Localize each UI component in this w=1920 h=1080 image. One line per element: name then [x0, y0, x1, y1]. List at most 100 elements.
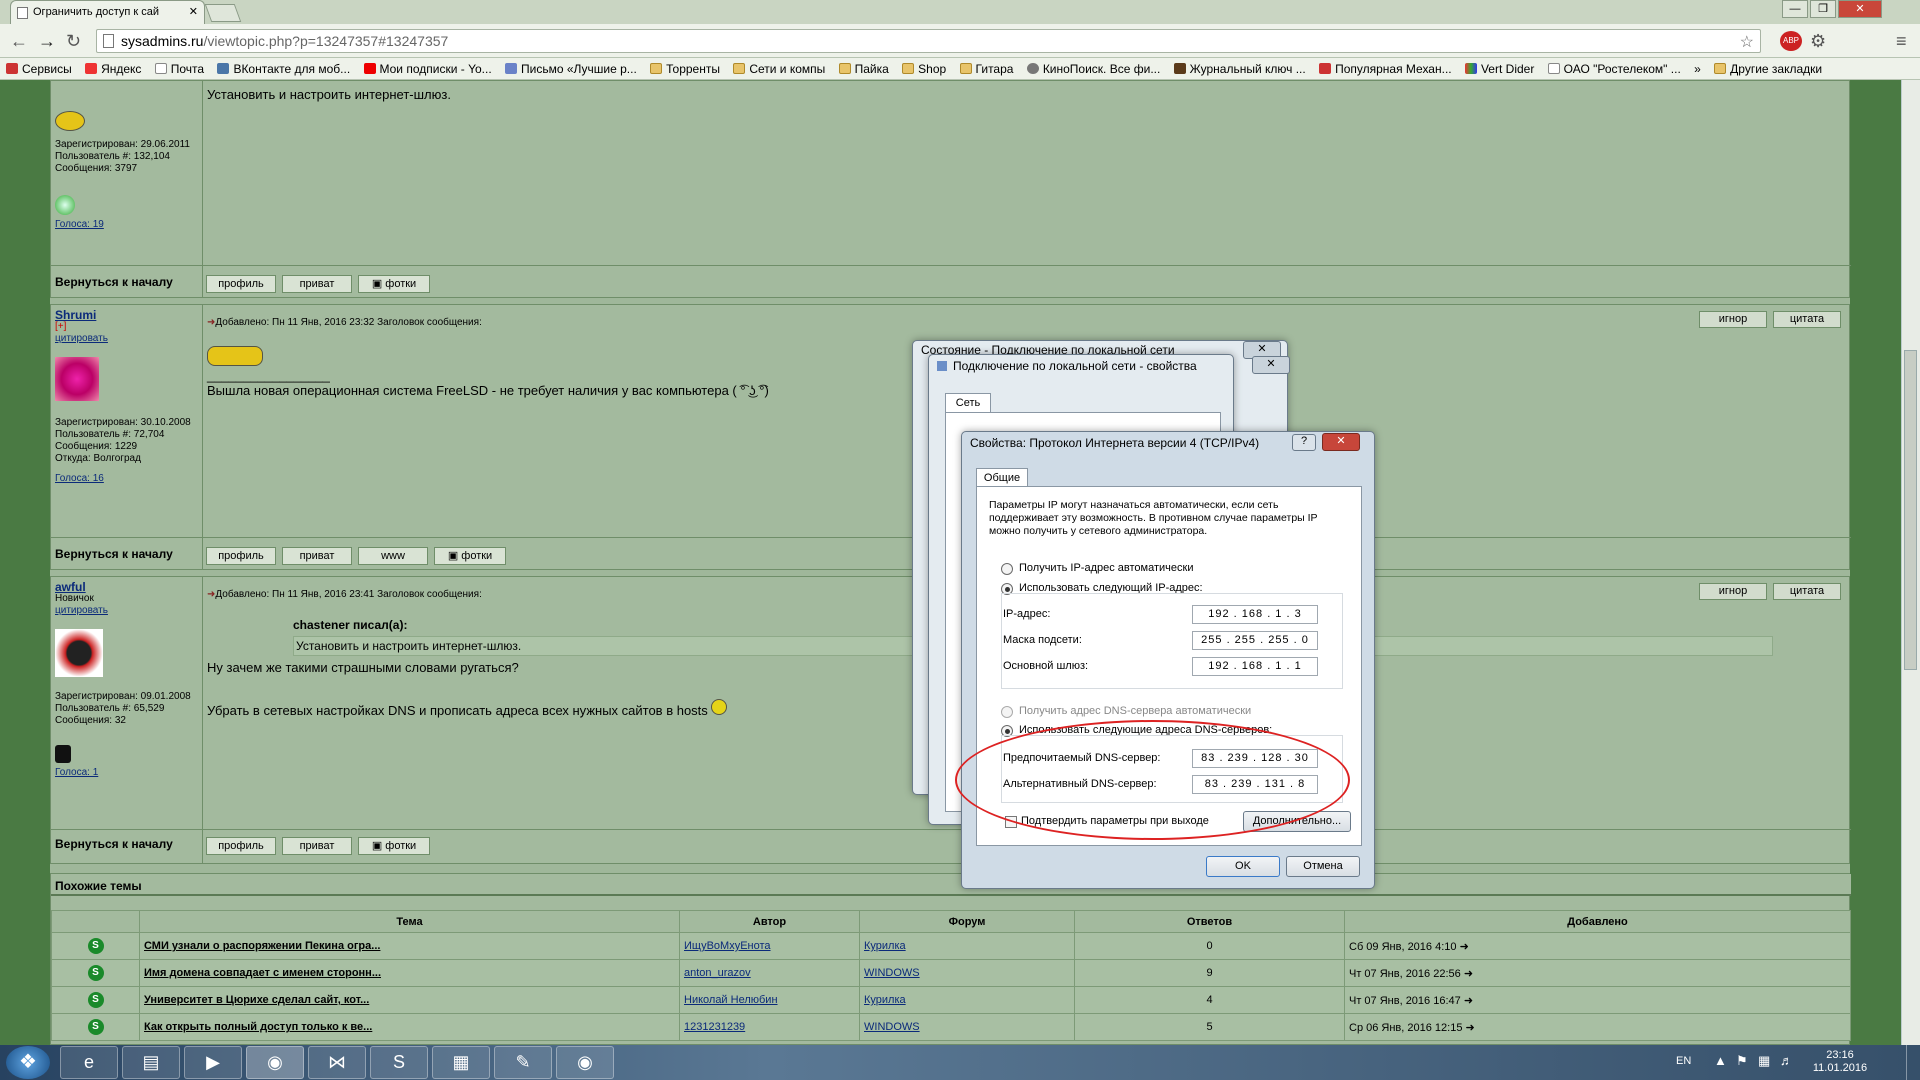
bookmark-item[interactable]: ВКонтакте для моб... [217, 62, 350, 76]
show-desktop-button[interactable] [1906, 1045, 1920, 1080]
author-link[interactable]: ИщуВоМхуЕнота [679, 932, 860, 960]
author-link[interactable]: anton_urazov [679, 959, 860, 987]
forward-arrow-icon[interactable]: → [38, 31, 56, 52]
bookmark-item[interactable]: Популярная Механ... [1319, 62, 1452, 76]
bookmark-item[interactable]: Сервисы [6, 62, 72, 76]
network-tray-icon[interactable]: ▦ [1758, 1053, 1770, 1069]
ip-address-field[interactable]: 192 . 168 . 1 . 3 [1192, 605, 1318, 624]
other-bookmarks[interactable]: Другие закладки [1714, 62, 1822, 76]
bookmark-folder[interactable]: Пайка [838, 62, 889, 76]
private-message-button[interactable]: приват [282, 547, 352, 565]
tab-general[interactable]: Общие [976, 468, 1028, 487]
paint-icon[interactable]: ◉ [556, 1046, 614, 1079]
maximize-button[interactable]: ❐ [1810, 0, 1836, 18]
close-icon[interactable]: ✕ [1252, 356, 1290, 374]
start-button[interactable]: ❖ [6, 1046, 50, 1079]
back-to-top-link[interactable]: Вернуться к началу [55, 275, 173, 289]
ignore-button[interactable]: игнор [1699, 311, 1767, 328]
ie-icon[interactable]: e [60, 1046, 118, 1079]
scrollbar[interactable] [1901, 80, 1920, 1045]
topic-link[interactable]: Как открыть полный доступ только к ве... [139, 1013, 680, 1041]
bookmark-item[interactable]: Яндекс [85, 62, 141, 76]
www-button[interactable]: www [358, 547, 428, 565]
scrollbar-thumb[interactable] [1904, 350, 1917, 670]
clock[interactable]: 23:16 11.01.2016 [1810, 1049, 1870, 1075]
ignore-button[interactable]: игнор [1699, 583, 1767, 600]
bookmark-item[interactable]: Vert Dider [1464, 62, 1534, 76]
minimize-button[interactable]: — [1782, 0, 1808, 18]
bookmark-folder[interactable]: Сети и компы [733, 62, 825, 76]
go-to-post-icon[interactable]: ➜ [1460, 941, 1469, 953]
ip-auto-radio[interactable] [1001, 563, 1013, 575]
control-panel-icon[interactable]: ▦ [432, 1046, 490, 1079]
visual-studio-icon[interactable]: ⋈ [308, 1046, 366, 1079]
forum-link[interactable]: Курилка [859, 932, 1075, 960]
menu-icon[interactable]: ≡ [1896, 31, 1907, 52]
quote-button[interactable]: цитата [1773, 311, 1841, 328]
topic-link[interactable]: СМИ узнали о распоряжении Пекина огра... [139, 932, 680, 960]
topic-link[interactable]: Университет в Цюрихе сделал сайт, кот... [139, 986, 680, 1014]
profile-button[interactable]: профиль [206, 837, 276, 855]
bookmarks-overflow[interactable]: » [1694, 62, 1701, 76]
bookmark-item[interactable]: КиноПоиск. Все фи... [1026, 62, 1160, 76]
user-votes[interactable]: Голоса: 16 [55, 473, 198, 485]
quote-button[interactable]: цитата [1773, 583, 1841, 600]
ok-button[interactable]: OK [1206, 856, 1280, 877]
username[interactable]: Shrumi [55, 309, 198, 321]
tray-arrow-icon[interactable]: ▲ [1714, 1053, 1727, 1068]
private-message-button[interactable]: приват [282, 275, 352, 293]
topic-link[interactable]: Имя домена совпадает с именем сторонн... [139, 959, 680, 987]
private-message-button[interactable]: приват [282, 837, 352, 855]
bookmark-folder[interactable]: Shop [902, 62, 946, 76]
new-tab-button[interactable] [204, 4, 242, 22]
bookmark-folder[interactable]: Гитара [959, 62, 1013, 76]
close-tab-icon[interactable]: ✕ [189, 5, 198, 18]
extension-icon[interactable]: ⚙ [1810, 31, 1826, 52]
author-link[interactable]: 1231231239 [679, 1013, 860, 1041]
forum-link[interactable]: WINDOWS [859, 1013, 1075, 1041]
photos-button[interactable]: ▣ фотки [434, 547, 506, 565]
dns-auto-radio[interactable] [1001, 706, 1013, 718]
explorer-icon[interactable]: ▤ [122, 1046, 180, 1079]
close-window-button[interactable]: ✕ [1838, 0, 1882, 18]
profile-button[interactable]: профиль [206, 547, 276, 565]
bookmark-item[interactable]: Мои подписки - Yo... [363, 62, 492, 76]
bookmark-folder[interactable]: Торренты [650, 62, 720, 76]
photos-button[interactable]: ▣ фотки [358, 275, 430, 293]
skype-icon[interactable]: S [370, 1046, 428, 1079]
bookmark-item[interactable]: Письмо «Лучшие р... [505, 62, 637, 76]
subnet-mask-field[interactable]: 255 . 255 . 255 . 0 [1192, 631, 1318, 650]
media-player-icon[interactable]: ▶ [184, 1046, 242, 1079]
adblock-icon[interactable]: ABP [1780, 31, 1802, 51]
address-bar[interactable]: sysadmins.ru/viewtopic.php?p=13247357#13… [96, 29, 1761, 53]
tab-network[interactable]: Сеть [945, 393, 991, 413]
photos-button[interactable]: ▣ фотки [358, 837, 430, 855]
bookmark-item[interactable]: Почта [154, 62, 204, 76]
back-to-top-link[interactable]: Вернуться к началу [55, 547, 173, 561]
username[interactable]: awful [55, 581, 198, 593]
go-to-post-icon[interactable]: ➜ [1464, 968, 1473, 980]
go-to-post-icon[interactable]: ➜ [1466, 1022, 1475, 1034]
notepad-icon[interactable]: ✎ [494, 1046, 552, 1079]
gateway-field[interactable]: 192 . 168 . 1 . 1 [1192, 657, 1318, 676]
quote-link[interactable]: цитировать [55, 605, 198, 617]
bookmark-item[interactable]: ОАО "Ростелеком" ... [1547, 62, 1681, 76]
user-votes[interactable]: Голоса: 19 [55, 219, 198, 231]
author-link[interactable]: Николай Нелюбин [679, 986, 860, 1014]
quote-link[interactable]: цитировать [55, 333, 198, 345]
close-icon[interactable]: ✕ [1322, 433, 1360, 451]
forum-link[interactable]: WINDOWS [859, 959, 1075, 987]
reload-icon[interactable]: ↻ [66, 31, 81, 52]
cancel-button[interactable]: Отмена [1286, 856, 1360, 877]
help-button[interactable]: ? [1292, 434, 1316, 451]
user-plus[interactable]: [+] [55, 321, 198, 333]
language-indicator[interactable]: EN [1676, 1055, 1691, 1067]
profile-button[interactable]: профиль [206, 275, 276, 293]
action-center-flag-icon[interactable]: ⚑ [1736, 1053, 1748, 1069]
browser-tab[interactable]: Ограничить доступ к сай ✕ [10, 0, 205, 24]
go-to-post-icon[interactable]: ➜ [1464, 995, 1473, 1007]
forum-link[interactable]: Курилка [859, 986, 1075, 1014]
chrome-icon[interactable]: ◉ [246, 1046, 304, 1079]
volume-icon[interactable]: ♬ [1780, 1053, 1793, 1068]
user-votes[interactable]: Голоса: 1 [55, 767, 198, 779]
